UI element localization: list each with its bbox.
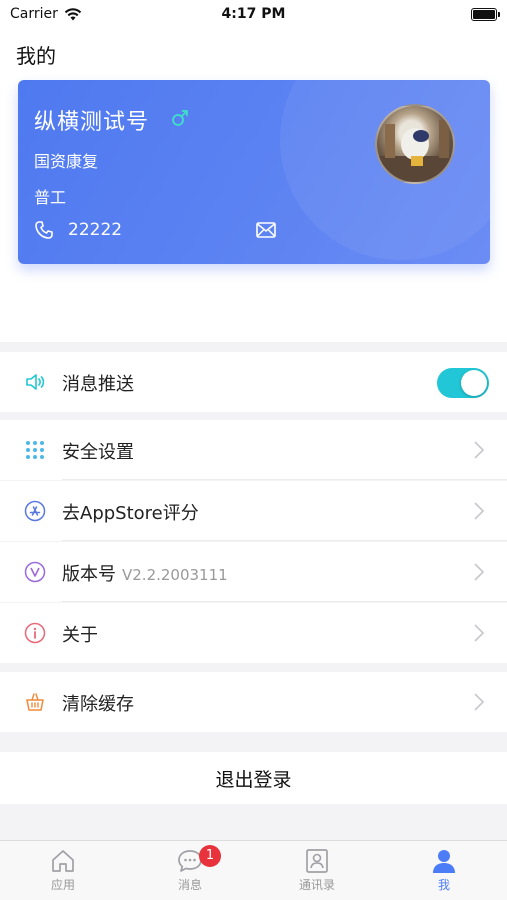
battery-icon bbox=[471, 8, 500, 21]
divider bbox=[62, 540, 507, 541]
person-icon bbox=[433, 850, 455, 873]
push-notification-row: 消息推送 bbox=[0, 352, 507, 412]
version-value: V2.2.2003111 bbox=[122, 566, 228, 584]
push-notification-toggle[interactable] bbox=[437, 368, 489, 398]
divider bbox=[62, 601, 507, 602]
message-badge: 1 bbox=[199, 845, 221, 867]
clear-cache-label: 清除缓存 bbox=[62, 694, 134, 715]
clear-cache-row[interactable]: 清除缓存 bbox=[0, 672, 507, 732]
security-settings-row[interactable]: 安全设置 bbox=[0, 420, 507, 480]
chevron-right-icon bbox=[474, 624, 485, 642]
page-title: 我的 bbox=[16, 44, 56, 68]
grid-dots-icon bbox=[26, 441, 44, 459]
phone-icon[interactable] bbox=[34, 220, 54, 240]
divider bbox=[62, 479, 507, 480]
about-row[interactable]: 关于 bbox=[0, 603, 507, 663]
tab-apps-label: 应用 bbox=[50, 878, 75, 892]
tab-bar: 应用 1 消息 通讯录 我 bbox=[0, 840, 507, 900]
security-settings-label: 安全设置 bbox=[62, 442, 134, 463]
tab-me-label: 我 bbox=[437, 878, 450, 892]
version-row[interactable]: 版本号 V2.2.2003111 bbox=[0, 542, 507, 602]
user-organization: 国资康复 bbox=[34, 152, 99, 171]
tab-messages[interactable]: 1 消息 bbox=[127, 845, 253, 899]
tab-me[interactable]: 我 bbox=[381, 845, 507, 899]
user-role: 普工 bbox=[34, 188, 67, 207]
user-phone: 22222 bbox=[68, 220, 123, 240]
about-label: 关于 bbox=[62, 625, 98, 646]
appstore-rating-row[interactable]: 去AppStore评分 bbox=[0, 481, 507, 541]
user-avatar[interactable] bbox=[375, 104, 455, 184]
home-icon bbox=[52, 850, 74, 872]
toggle-knob bbox=[461, 370, 487, 396]
mail-icon[interactable] bbox=[256, 222, 276, 238]
basket-icon bbox=[26, 693, 44, 711]
v-circle-icon bbox=[24, 561, 46, 583]
logout-button[interactable]: 退出登录 bbox=[0, 752, 507, 804]
speaker-icon bbox=[26, 374, 45, 390]
version-label: 版本号 V2.2.2003111 bbox=[62, 560, 228, 586]
version-title: 版本号 bbox=[62, 564, 116, 585]
tab-contacts-label: 通讯录 bbox=[298, 878, 335, 892]
tab-contacts[interactable]: 通讯录 bbox=[254, 845, 380, 899]
appstore-rating-label: 去AppStore评分 bbox=[62, 503, 199, 524]
appstore-icon bbox=[24, 500, 46, 522]
clock: 4:17 PM bbox=[221, 6, 286, 22]
chevron-right-icon bbox=[474, 441, 485, 459]
contacts-icon bbox=[306, 849, 328, 873]
user-name: 纵横测试号 bbox=[34, 110, 150, 135]
tab-messages-label: 消息 bbox=[177, 878, 202, 892]
profile-card[interactable]: 纵横测试号 国资康复 普工 22222 bbox=[18, 80, 490, 264]
push-notification-label: 消息推送 bbox=[62, 374, 134, 395]
chevron-right-icon bbox=[474, 563, 485, 581]
chevron-right-icon bbox=[474, 502, 485, 520]
male-icon bbox=[172, 110, 188, 126]
tab-apps[interactable]: 应用 bbox=[0, 845, 126, 899]
info-icon bbox=[24, 622, 46, 644]
chevron-right-icon bbox=[474, 693, 485, 711]
profile-section: 我的 纵横测试号 国资康复 普工 22222 bbox=[0, 30, 507, 342]
status-bar: Carrier 4:17 PM bbox=[0, 0, 507, 30]
